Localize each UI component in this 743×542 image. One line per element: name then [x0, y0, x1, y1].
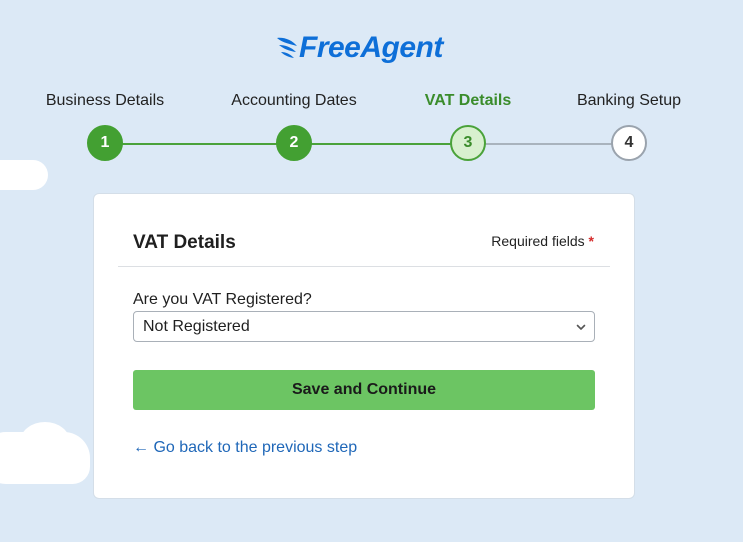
background-cloud	[0, 422, 90, 484]
card-title: VAT Details	[133, 232, 236, 253]
required-marker: *	[588, 233, 594, 249]
step-circle-4: 4	[611, 125, 647, 161]
step-label-accounting-dates: Accounting Dates	[231, 92, 357, 109]
chevron-down-icon	[576, 324, 586, 330]
step-circle-1[interactable]: 1	[87, 125, 123, 161]
vat-registered-value: Not Registered	[143, 317, 250, 335]
card-divider	[118, 266, 610, 267]
step-label-business-details: Business Details	[45, 92, 165, 109]
step-circle-2[interactable]: 2	[276, 125, 312, 161]
back-to-previous-step-link[interactable]: ← Go back to the previous step	[133, 439, 357, 457]
progress-stepper: Business Details Accounting Dates VAT De…	[0, 0, 743, 170]
required-fields-note: Required fields *	[491, 233, 594, 249]
vat-details-card: VAT Details Required fields * Are you VA…	[93, 193, 635, 499]
save-and-continue-button[interactable]: Save and Continue	[133, 370, 595, 410]
step-label-vat-details: VAT Details	[424, 92, 512, 109]
step-connector	[294, 143, 468, 145]
vat-registered-select[interactable]: Not Registered	[133, 311, 595, 342]
vat-registered-label: Are you VAT Registered?	[133, 291, 312, 308]
step-connector	[105, 143, 294, 145]
required-fields-label: Required fields	[491, 233, 585, 249]
step-label-banking-setup: Banking Setup	[576, 92, 682, 109]
step-circle-3: 3	[450, 125, 486, 161]
step-connector	[468, 143, 629, 145]
